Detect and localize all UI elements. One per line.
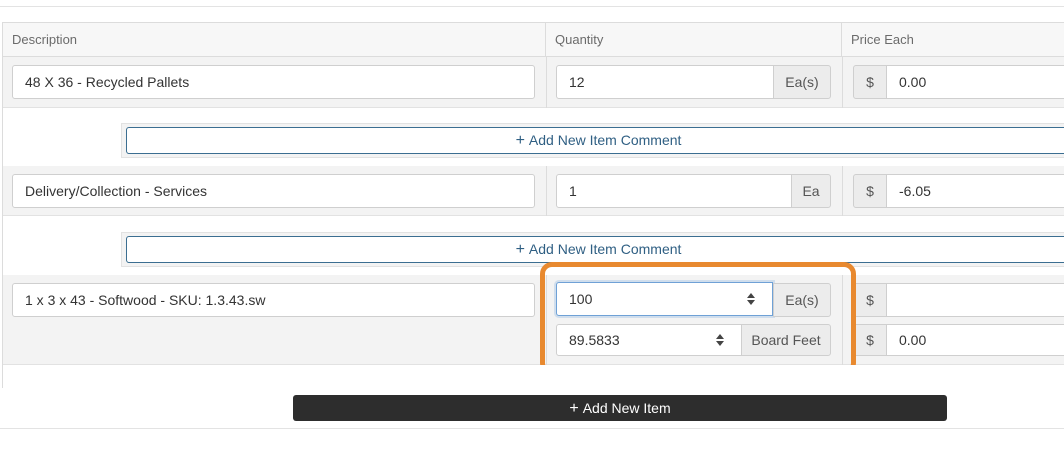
- price-input[interactable]: [886, 283, 1064, 317]
- description-input[interactable]: 1 x 3 x 43 - Softwood - SKU: 1.3.43.sw: [12, 283, 535, 317]
- table-footer-row: [3, 365, 1064, 388]
- add-item-comment-label: Add New Item Comment: [528, 132, 682, 148]
- add-item-comment-button[interactable]: + Add New Item Comment: [126, 236, 1064, 263]
- plus-icon: +: [515, 132, 525, 149]
- add-item-comment-label: Add New Item Comment: [528, 241, 682, 257]
- price-input[interactable]: -6.05: [886, 174, 1064, 208]
- currency-addon: $: [853, 283, 887, 317]
- price-input[interactable]: 0.00: [886, 324, 1064, 356]
- quantity-input[interactable]: 1: [556, 174, 792, 208]
- column-divider: [546, 57, 547, 108]
- add-item-comment-button[interactable]: + Add New Item Comment: [126, 127, 1064, 154]
- column-divider: [546, 166, 547, 216]
- column-divider: [842, 166, 843, 216]
- plus-icon: +: [569, 400, 579, 417]
- currency-addon: $: [853, 174, 887, 208]
- unit-addon: Ea: [791, 174, 831, 208]
- header-quantity: Quantity: [546, 23, 842, 57]
- description-input[interactable]: Delivery/Collection - Services: [12, 174, 535, 208]
- highlight-box: [540, 262, 856, 375]
- currency-addon: $: [853, 324, 887, 356]
- price-input[interactable]: 0.00: [886, 65, 1064, 99]
- currency-addon: $: [853, 65, 887, 99]
- unit-addon: Ea(s): [773, 65, 831, 99]
- add-new-item-button[interactable]: + Add New Item: [293, 395, 947, 421]
- column-divider: [842, 57, 843, 108]
- plus-icon: +: [515, 241, 525, 258]
- quantity-input[interactable]: 12: [556, 65, 774, 99]
- bottom-divider: [0, 428, 1064, 429]
- top-divider: [0, 6, 1064, 7]
- header-price-each: Price Each: [842, 23, 1064, 57]
- add-new-item-label: Add New Item: [582, 400, 671, 416]
- header-description: Description: [3, 23, 546, 57]
- description-input[interactable]: 48 X 36 - Recycled Pallets: [12, 65, 535, 99]
